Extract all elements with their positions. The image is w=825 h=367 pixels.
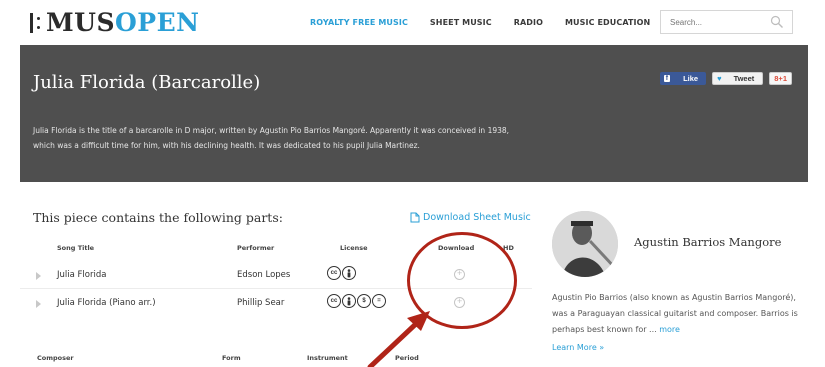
meta-instrument-label: Instrument	[307, 354, 348, 362]
song-title: Julia Florida	[57, 270, 107, 280]
social-buttons: f Like ♥ Tweet 8+1	[654, 72, 792, 85]
cc-icon: cc	[327, 294, 341, 308]
site-header: MUSOPEN ROYALTY FREE MUSIC SHEET MUSIC R…	[0, 0, 825, 45]
composer-bio: Agustin Pio Barrios (also known as Agust…	[552, 293, 798, 334]
col-song-title: Song Title	[57, 244, 95, 252]
search-icon[interactable]	[770, 15, 784, 29]
col-performer: Performer	[237, 244, 275, 252]
logo-mark-icon	[30, 11, 40, 35]
license-icons: cc $ =	[327, 294, 387, 308]
nav-music-education[interactable]: MUSIC EDUCATION	[565, 18, 650, 27]
song-title: Julia Florida (Piano arr.)	[57, 298, 156, 308]
meta-period-label: Period	[395, 354, 419, 362]
attribution-icon	[342, 266, 356, 280]
attribution-icon	[342, 294, 356, 308]
download-sheet-music-link[interactable]: Download Sheet Music	[410, 212, 531, 223]
logo-text: MUSOPEN	[46, 8, 200, 37]
piece-description: Julia Florida is the title of a barcarol…	[33, 126, 510, 150]
more-link[interactable]: more	[659, 325, 680, 334]
performer-name: Edson Lopes	[237, 270, 291, 280]
search-box	[660, 10, 793, 34]
nav-radio[interactable]: RADIO	[514, 18, 543, 27]
play-icon[interactable]	[36, 300, 41, 308]
piece-hero: Julia Florida (Barcarolle) f Like ♥ Tweet …	[20, 45, 808, 182]
nav-sheet-music[interactable]: SHEET MUSIC	[430, 18, 492, 27]
highlight-circle	[407, 232, 517, 329]
learn-more-link[interactable]: Learn More »	[552, 343, 604, 352]
composer-name[interactable]: Agustin Barrios Mangore	[634, 235, 781, 249]
license-icons: cc	[327, 266, 357, 280]
twitter-icon: ♥	[717, 74, 722, 83]
composer-avatar[interactable]	[552, 211, 618, 277]
cc-icon: cc	[327, 266, 341, 280]
noderivatives-icon: =	[372, 294, 386, 308]
nav-royalty-free-music[interactable]: ROYALTY FREE MUSIC	[310, 18, 408, 27]
search-input[interactable]	[661, 11, 766, 33]
tweet-button[interactable]: ♥ Tweet	[712, 72, 764, 85]
main-nav: ROYALTY FREE MUSIC SHEET MUSIC RADIO MUS…	[310, 18, 672, 27]
page-title: Julia Florida (Barcarolle)	[33, 72, 261, 93]
facebook-like-button[interactable]: f Like	[659, 72, 707, 85]
document-icon	[410, 212, 420, 223]
noncommercial-icon: $	[357, 294, 371, 308]
meta-composer-label: Composer	[37, 354, 74, 362]
facebook-icon: f	[663, 75, 671, 82]
musopen-logo[interactable]: MUSOPEN	[30, 8, 200, 37]
col-license: License	[340, 244, 368, 252]
meta-form-label: Form	[222, 354, 241, 362]
google-plus-button[interactable]: 8+1	[769, 72, 792, 85]
play-icon[interactable]	[36, 272, 41, 280]
parts-heading: This piece contains the following parts:	[33, 210, 283, 225]
performer-name: Phillip Sear	[237, 298, 285, 308]
